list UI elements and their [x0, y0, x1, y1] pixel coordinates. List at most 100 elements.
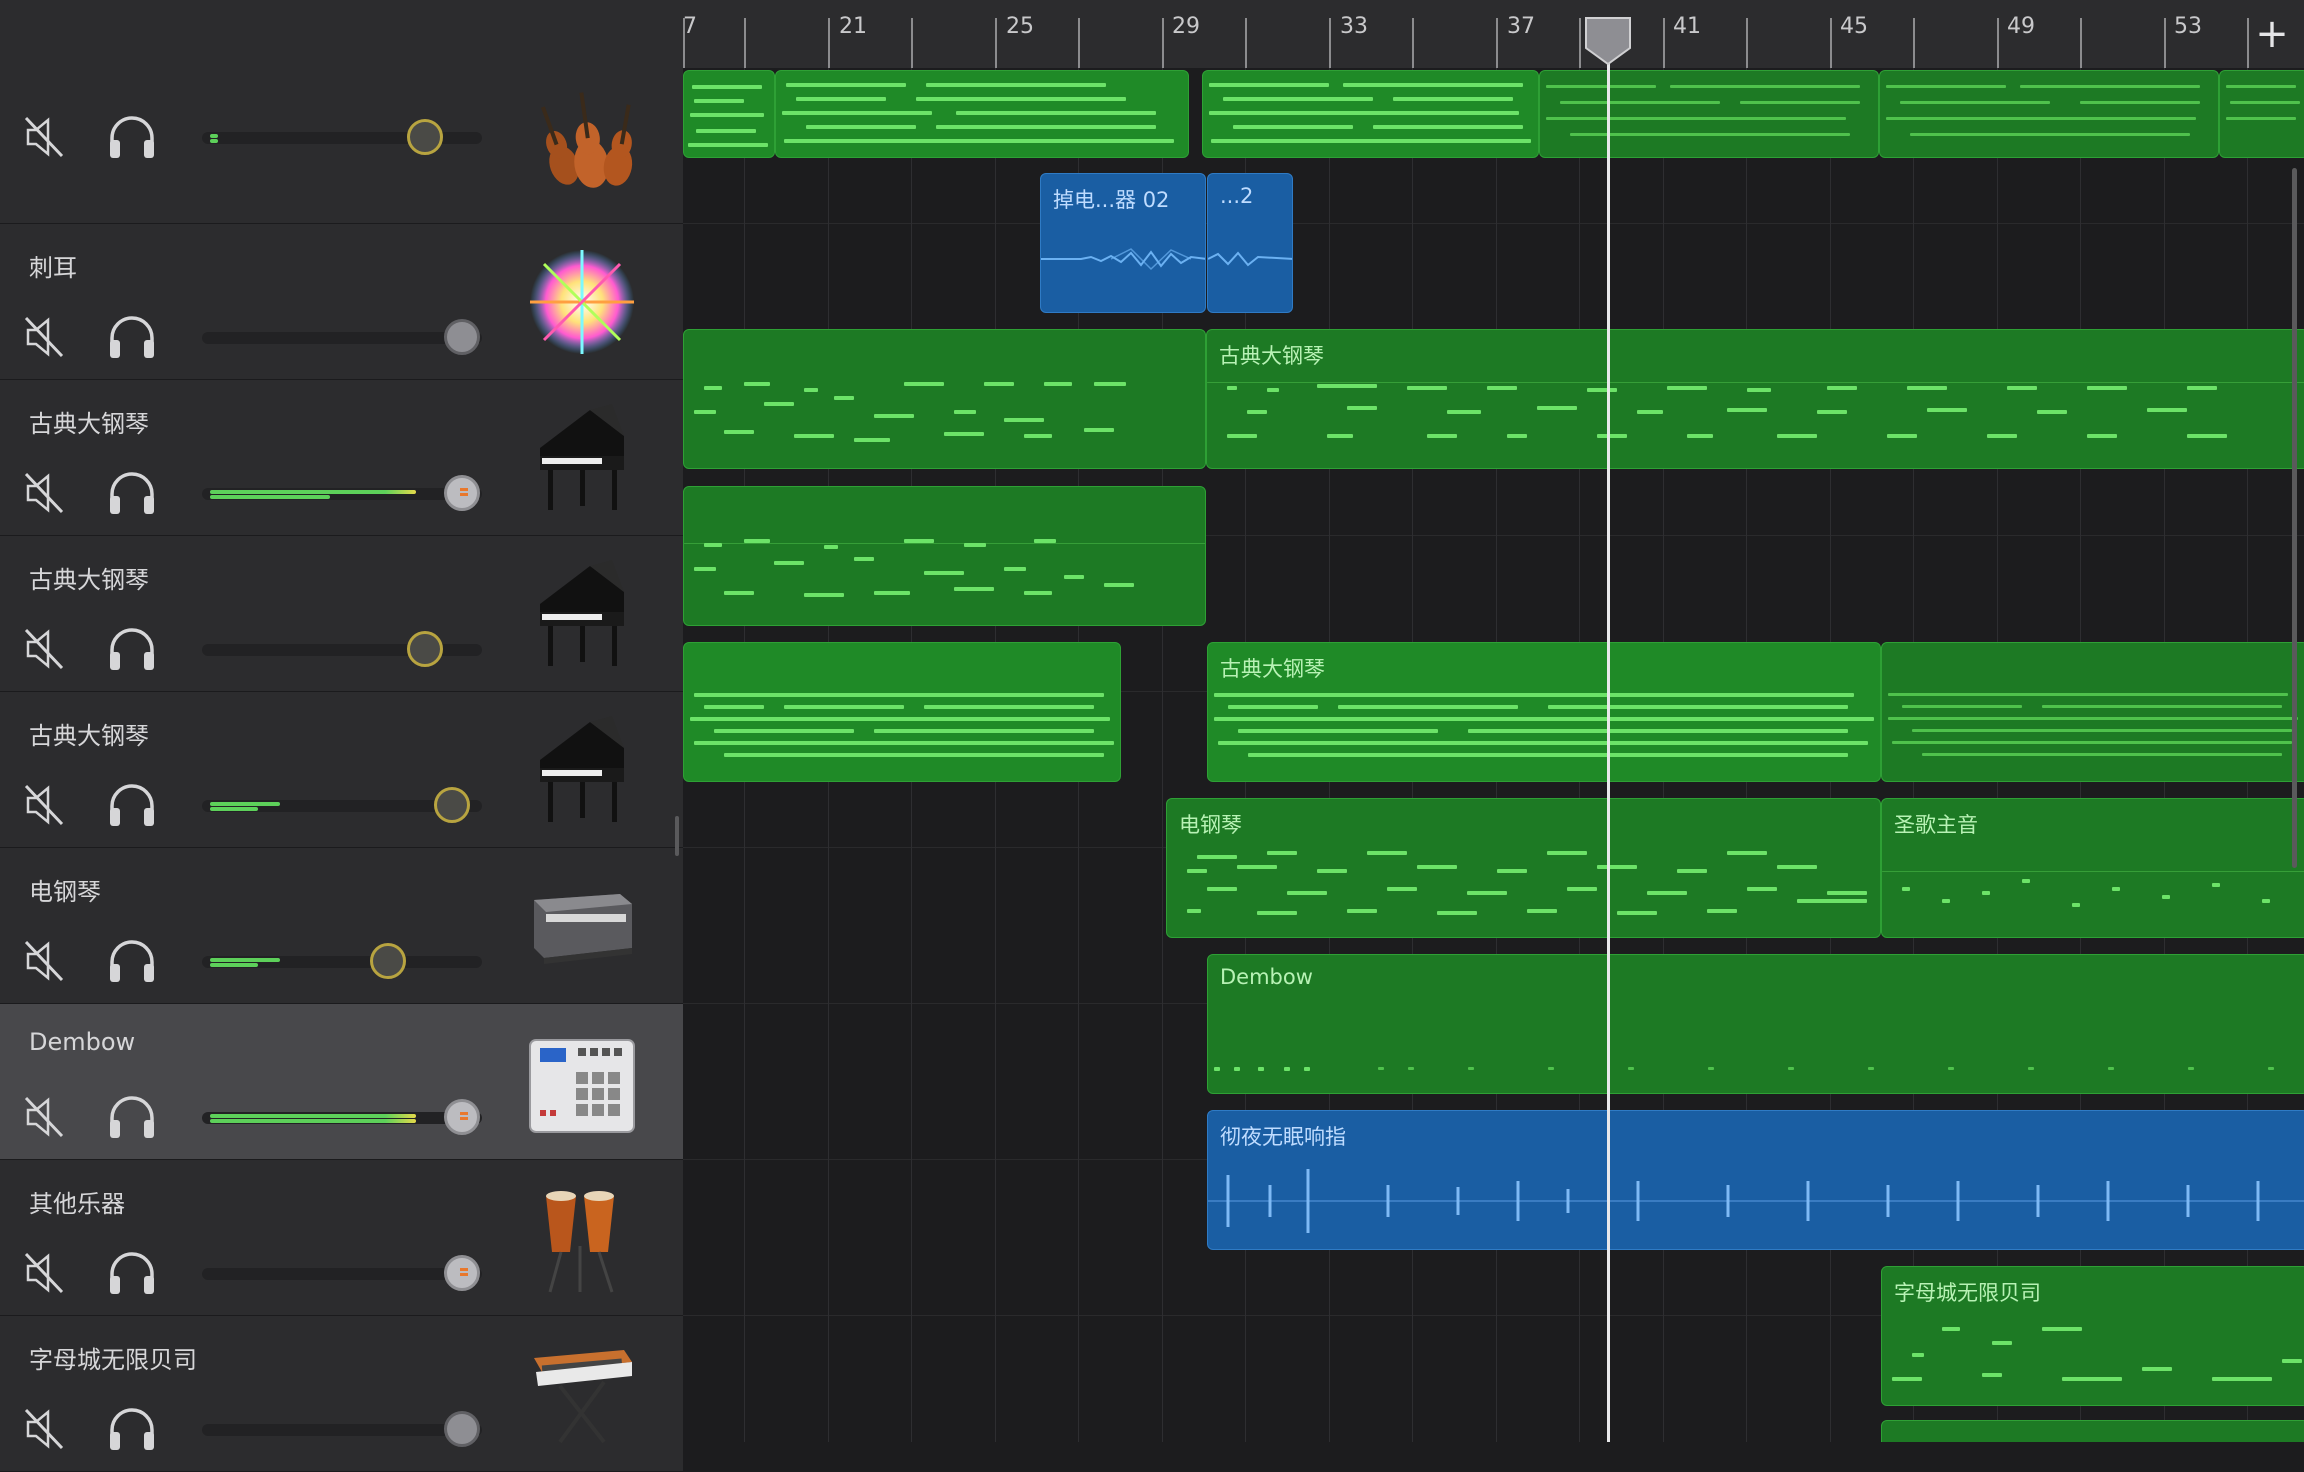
playhead-line[interactable] [1607, 40, 1610, 1442]
midi-note [1587, 388, 1617, 392]
midi-note [694, 410, 716, 414]
midi-region[interactable] [1879, 70, 2219, 158]
region-label: 电钢琴 [1179, 813, 1242, 837]
timeline-scrollbar[interactable] [2292, 168, 2297, 868]
volume-knob[interactable] [407, 119, 443, 155]
midi-region[interactable]: 字母城无限贝司 [1881, 1266, 2304, 1406]
volume-slider[interactable] [202, 1248, 482, 1298]
synth-keyboard-icon [534, 1350, 632, 1444]
volume-knob[interactable] [444, 475, 480, 511]
mute-icon[interactable] [20, 624, 70, 674]
mute-icon[interactable] [20, 1404, 70, 1454]
track-row-grand-piano-2[interactable]: 古典大钢琴 [0, 536, 683, 692]
midi-region[interactable] [683, 329, 1206, 469]
headphones-icon[interactable] [104, 1248, 160, 1298]
track-row-electric-piano[interactable]: 电钢琴 [0, 848, 683, 1004]
midi-note [1284, 1067, 1290, 1071]
midi-region[interactable] [683, 642, 1121, 782]
track-name: 古典大钢琴 [29, 566, 149, 594]
midi-region[interactable] [1881, 642, 2304, 782]
region-label: 古典大钢琴 [1220, 657, 1325, 681]
audio-waveform [1208, 251, 1292, 267]
volume-slider[interactable] [202, 936, 482, 986]
headphones-icon[interactable] [104, 1092, 160, 1142]
midi-region[interactable]: 圣歌主音 [1881, 798, 2304, 938]
audio-region[interactable]: 彻夜无眠响指 [1207, 1110, 2304, 1250]
mute-icon[interactable] [20, 780, 70, 830]
midi-region[interactable] [1881, 1420, 2304, 1442]
playhead-handle-icon[interactable] [1582, 16, 1634, 66]
midi-note [1912, 729, 2292, 732]
mute-icon[interactable] [20, 1248, 70, 1298]
track-row-grand-piano-3[interactable]: 古典大钢琴 [0, 692, 683, 848]
headphones-icon[interactable] [104, 468, 160, 518]
midi-note [1537, 406, 1577, 410]
mute-icon[interactable] [20, 312, 70, 362]
timeline-ruler[interactable]: 7 21 25 29 33 37 41 45 49 53 [683, 0, 2304, 69]
volume-slider[interactable] [202, 624, 482, 674]
midi-note [1948, 1067, 1954, 1070]
region-label: 字母城无限贝司 [1894, 1281, 2041, 1305]
volume-knob[interactable] [407, 631, 443, 667]
midi-note [2007, 386, 2037, 390]
midi-note [1667, 386, 1707, 390]
volume-slider[interactable] [202, 312, 482, 362]
track-row-bass[interactable]: 字母城无限贝司 [0, 1316, 683, 1472]
midi-region[interactable] [775, 70, 1189, 158]
track-row-dembow[interactable]: Dembow [0, 1004, 683, 1160]
headphones-icon[interactable] [104, 780, 160, 830]
midi-region[interactable] [1539, 70, 1879, 158]
headphones-icon[interactable] [104, 936, 160, 986]
midi-region[interactable] [683, 70, 775, 158]
headphones-icon[interactable] [104, 1404, 160, 1454]
add-section-button[interactable]: + [2250, 14, 2294, 58]
midi-region[interactable] [2219, 70, 2304, 158]
midi-note [1900, 101, 2050, 104]
midi-note [1982, 891, 1990, 895]
midi-note [1670, 85, 1860, 88]
midi-region[interactable]: 电钢琴 [1166, 798, 1881, 938]
midi-note [924, 571, 964, 575]
volume-slider[interactable] [202, 1092, 482, 1142]
mute-icon[interactable] [20, 112, 70, 162]
track-row-other-instruments[interactable]: 其他乐器 [0, 1160, 683, 1316]
midi-note [1211, 139, 1531, 143]
midi-note [1004, 567, 1026, 571]
audio-region[interactable]: ...2 [1207, 173, 1293, 313]
midi-region[interactable]: Dembow [1207, 954, 2304, 1094]
midi-region[interactable]: 古典大钢琴 [1207, 642, 1881, 782]
midi-region[interactable]: 古典大钢琴 [1206, 329, 2304, 469]
midi-region[interactable] [1202, 70, 1539, 158]
midi-note [1084, 428, 1114, 432]
volume-knob[interactable] [434, 787, 470, 823]
track-row-strings[interactable] [0, 68, 683, 224]
track-list[interactable]: 刺耳 古典大钢琴 古典大钢琴 古典大钢琴 电钢琴 Dembow 其他乐器 字母城… [0, 68, 683, 1472]
volume-slider[interactable] [202, 468, 482, 518]
volume-slider[interactable] [202, 780, 482, 830]
track-row-grand-piano-1[interactable]: 古典大钢琴 [0, 380, 683, 536]
bar-number: 33 [1340, 14, 1368, 39]
track-row-harsh[interactable]: 刺耳 [0, 224, 683, 380]
volume-knob[interactable] [444, 319, 480, 355]
volume-knob[interactable] [444, 1099, 480, 1135]
headphones-icon[interactable] [104, 112, 160, 162]
mute-icon[interactable] [20, 936, 70, 986]
midi-note [704, 386, 722, 390]
audio-waveform [1041, 248, 1205, 271]
volume-slider[interactable] [202, 1404, 482, 1454]
midi-region[interactable] [683, 486, 1206, 626]
midi-note [1527, 909, 1557, 913]
audio-region[interactable]: 掉电...器 02 [1040, 173, 1206, 313]
volume-knob[interactable] [444, 1255, 480, 1291]
mute-icon[interactable] [20, 1092, 70, 1142]
headphones-icon[interactable] [104, 312, 160, 362]
volume-slider[interactable] [202, 112, 482, 162]
midi-note [2268, 1067, 2274, 1070]
mute-icon[interactable] [20, 468, 70, 518]
headphones-icon[interactable] [104, 624, 160, 674]
tracks-timeline[interactable]: 掉电...器 02 ...2 古典大钢琴 古典大钢琴 电钢琴 圣歌主音 Demb… [683, 68, 2304, 1442]
volume-knob[interactable] [370, 943, 406, 979]
midi-note [1393, 97, 1513, 101]
track-list-scrollbar[interactable] [675, 816, 679, 856]
midi-note [954, 587, 994, 591]
